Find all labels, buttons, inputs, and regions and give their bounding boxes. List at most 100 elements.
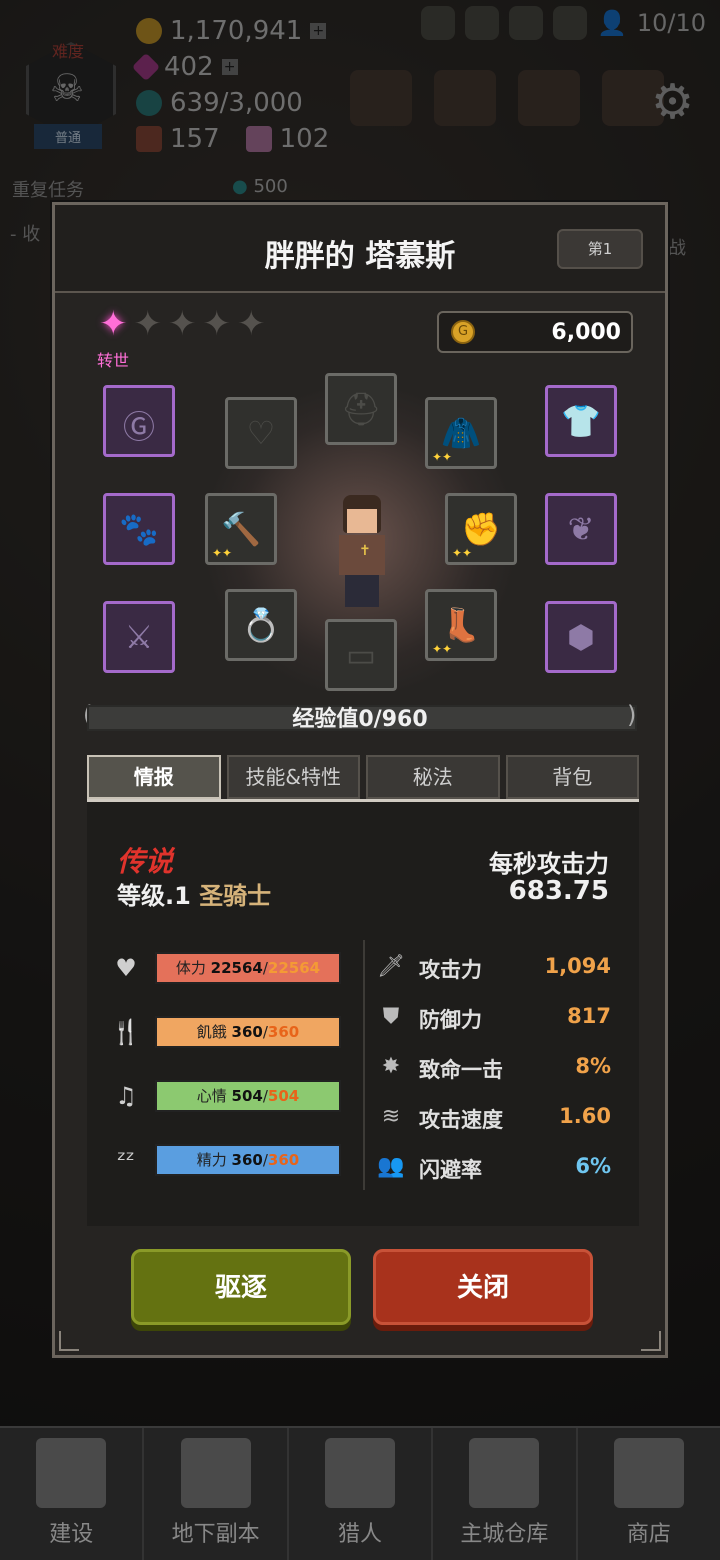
hp-row: ♥ 体力 22564/22564 <box>111 952 341 986</box>
gold-coin-icon: G <box>451 320 475 344</box>
mood-label: 心情 <box>196 1087 227 1105</box>
guild-coin-icon: Ⓖ <box>122 408 155 446</box>
slot-helmet[interactable]: ⛑ <box>325 373 397 445</box>
hunger-label: 飢餓 <box>196 1023 227 1041</box>
necklace-icon: ♡ <box>246 414 276 452</box>
cross-icon: ✝ <box>359 543 371 559</box>
stat-name: 攻击速度 <box>419 1108 503 1132</box>
nav-warehouse-label: 主城仓库 <box>460 1522 549 1547</box>
stat-name: 防御力 <box>419 1008 482 1032</box>
slot-gem[interactable]: ⬢ <box>545 601 617 673</box>
slot-boots[interactable]: 👢 ✦✦ <box>425 589 497 661</box>
nav-shop[interactable]: 商店 <box>578 1428 720 1560</box>
stat-value: 1,094 <box>544 954 611 978</box>
dps-value: 683.75 <box>508 876 609 906</box>
bottom-navigation: 建设 地下副本 猎人 主城仓库 商店 <box>0 1426 720 1560</box>
sword-icon: 🗡 <box>377 954 405 979</box>
nav-build[interactable]: 建设 <box>0 1428 145 1560</box>
mood-current: 504 <box>231 1087 263 1105</box>
star-icon: ✦ <box>133 304 163 344</box>
heart-icon: ♥ <box>115 954 137 982</box>
stat-value: 817 <box>567 1004 611 1028</box>
nav-dungeon[interactable]: 地下副本 <box>144 1428 289 1560</box>
hexagon-gem-icon: ⬢ <box>567 618 595 656</box>
stat-value: 8% <box>575 1054 611 1078</box>
slot-gloves[interactable]: ✊ ✦✦ <box>445 493 517 565</box>
hunter-info-dialog: 胖胖的 塔慕斯 第1 ✦ ✦ ✦ ✦ ✦ 转世 G 6,000 Ⓖ 🐾 ⚔ 👕 … <box>52 202 668 1358</box>
slot-weapon[interactable]: 🔨 ✦✦ <box>205 493 277 565</box>
tab-info[interactable]: 情报 <box>87 755 221 799</box>
stat-attack: 🗡 攻击力 1,094 <box>377 950 617 984</box>
sleep-icon: ᶻᶻ <box>117 1146 135 1174</box>
energy-label: 精力 <box>196 1151 227 1169</box>
close-button[interactable]: 关闭 <box>373 1249 593 1325</box>
belt-icon: ▭ <box>345 636 377 674</box>
expel-button[interactable]: 驱逐 <box>131 1249 351 1325</box>
slot-guild[interactable]: Ⓖ <box>103 385 175 457</box>
slot-ring[interactable]: 💍 <box>225 589 297 661</box>
wing-icon: ❦ <box>567 510 595 548</box>
stat-value: 1.60 <box>559 1104 611 1128</box>
slot-armor[interactable]: 🧥 ✦✦ <box>425 397 497 469</box>
tab-arcana[interactable]: 秘法 <box>366 755 500 799</box>
tab-skills[interactable]: 技能&特性 <box>226 755 360 799</box>
dialog-header: 胖胖的 塔慕斯 第1 <box>55 205 665 293</box>
rank-badge[interactable]: 第1 <box>557 229 643 269</box>
nav-warehouse[interactable]: 主城仓库 <box>433 1428 578 1560</box>
slot-costume[interactable]: 👕 <box>545 385 617 457</box>
nav-hunter-label: 猎人 <box>338 1522 383 1547</box>
star-icon: ✦ <box>99 304 128 344</box>
stat-name: 闪避率 <box>419 1158 482 1182</box>
class-name: 圣骑士 <box>199 882 272 910</box>
nav-build-label: 建设 <box>49 1522 94 1547</box>
dodge-icon: 👥 <box>377 1154 405 1179</box>
shirt-icon: 👕 <box>561 402 601 440</box>
upgrade-stars: ✦✦ <box>432 450 453 464</box>
hp-bar: 体力 22564/22564 <box>155 952 341 984</box>
rarity-label: 传说 <box>117 845 174 878</box>
energy-max: 360 <box>267 1151 300 1169</box>
upgrade-stars: ✦✦ <box>452 546 473 560</box>
burst-icon: ✸ <box>381 1054 401 1079</box>
info-panel: 传说 等级.1 圣骑士 每秒攻击力 683.75 ♥ 体力 22564/2256… <box>87 802 639 1226</box>
stat-name: 致命一击 <box>419 1058 503 1082</box>
mood-max: 504 <box>267 1087 300 1105</box>
hunger-row: 🍴 飢餓 360/360 <box>111 1016 341 1050</box>
energy-current: 360 <box>231 1151 263 1169</box>
hunter-icon <box>325 1438 396 1508</box>
armor-icon: 🧥 <box>441 414 481 452</box>
ring-icon: 💍 <box>241 606 281 644</box>
slot-skill-weapon[interactable]: ⚔ <box>103 601 175 673</box>
hp-max: 22564 <box>267 959 321 977</box>
star-icon: ✦ <box>202 304 232 344</box>
stat-name: 攻击力 <box>419 958 482 982</box>
hero-sprite: ✝ <box>331 495 393 607</box>
speed-icon: ≋ <box>381 1104 401 1129</box>
music-note-icon: ♫ <box>115 1082 137 1110</box>
hammer-icon <box>36 1438 107 1508</box>
paw-icon: 🐾 <box>119 510 159 548</box>
upgrade-stars: ✦✦ <box>212 546 233 560</box>
tab-inventory[interactable]: 背包 <box>505 755 639 799</box>
slot-necklace[interactable]: ♡ <box>225 397 297 469</box>
equipment-area: Ⓖ 🐾 ⚔ 👕 ❦ ⬢ ♡ ⛑ 🧥 ✦✦ 🔨 ✦✦ ✊ ✦✦ 💍 ▭ 👢 ✦✦ ✝ <box>55 345 665 725</box>
shop-icon <box>613 1438 684 1508</box>
slot-belt[interactable]: ▭ <box>325 619 397 691</box>
hp-label: 体力 <box>175 959 206 977</box>
stats-divider <box>363 940 365 1190</box>
slot-pet[interactable]: 🐾 <box>103 493 175 565</box>
level-line: 等级.1 圣骑士 <box>117 876 271 911</box>
hp-current: 22564 <box>210 959 263 977</box>
hunger-bar: 飢餓 360/360 <box>155 1016 341 1048</box>
nav-hunter[interactable]: 猎人 <box>289 1428 434 1560</box>
dps-label: 每秒攻击力 <box>489 850 609 878</box>
sword-icon: ⚔ <box>124 618 154 656</box>
slot-wings[interactable]: ❦ <box>545 493 617 565</box>
star-icon: ✦ <box>237 304 266 344</box>
stat-defense: ⛊ 防御力 817 <box>377 1000 617 1034</box>
corner-ornament <box>59 1331 79 1351</box>
energy-row: ᶻᶻ 精力 360/360 <box>111 1144 341 1178</box>
boot-icon: 👢 <box>441 606 481 644</box>
hero-legs <box>345 575 379 607</box>
hammer-icon: 🔨 <box>221 510 261 548</box>
